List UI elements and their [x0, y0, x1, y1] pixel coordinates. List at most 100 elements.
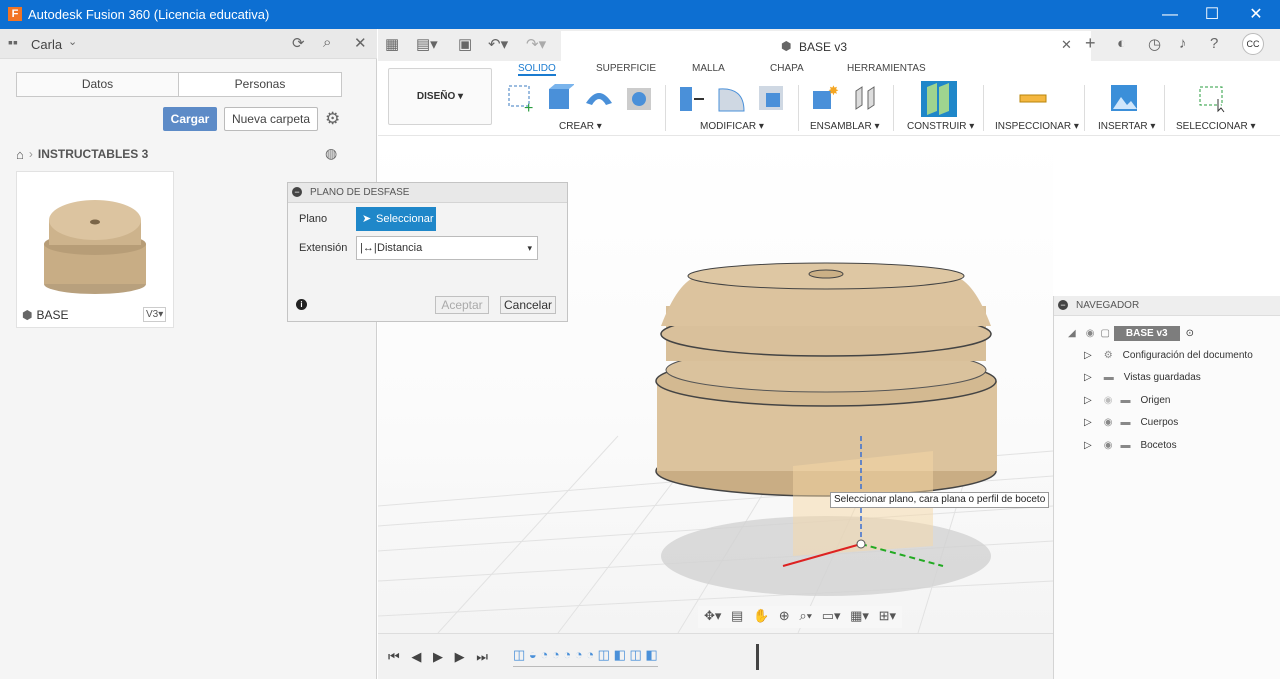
- new-tab-icon[interactable]: +: [1085, 33, 1096, 54]
- tab-superficie[interactable]: SUPERFICIE: [596, 63, 656, 74]
- extension-dropdown[interactable]: |↔| Distancia ▾: [356, 236, 538, 260]
- extrude-icon[interactable]: [544, 83, 574, 113]
- tab-datos[interactable]: Datos: [16, 72, 179, 97]
- job-status-icon[interactable]: ◷: [1148, 35, 1161, 53]
- tab-malla[interactable]: MALLA: [692, 63, 725, 74]
- save-icon[interactable]: ▣: [458, 35, 472, 53]
- project-folder-label[interactable]: INSTRUCTABLES 3: [38, 147, 148, 161]
- user-name[interactable]: Carla: [31, 37, 62, 52]
- construct-group[interactable]: CONSTRUIR ▾: [907, 121, 974, 132]
- timeline-features[interactable]: ◫ ◒ ◔ ◔ ◔ ◔ ◔ ◫ ◧ ◫ ◧: [513, 647, 658, 667]
- origin-point[interactable]: [856, 539, 866, 549]
- collapse-icon[interactable]: −: [292, 187, 302, 197]
- team-icon[interactable]: ▪▪: [8, 34, 18, 50]
- hole-icon[interactable]: [624, 83, 654, 113]
- expand-icon: ▷: [1084, 371, 1092, 383]
- expand-icon[interactable]: ◢: [1068, 328, 1076, 339]
- fillet-icon[interactable]: [716, 83, 746, 113]
- tab-solido[interactable]: SOLIDO: [518, 63, 556, 76]
- timeline-marker[interactable]: [756, 644, 759, 670]
- step-back-icon[interactable]: ◀: [411, 649, 421, 664]
- extensions-icon[interactable]: ◐: [1117, 35, 1126, 52]
- browser-item[interactable]: ▷ ⚙ Configuración del documento: [1084, 346, 1253, 364]
- ok-button[interactable]: Aceptar: [435, 296, 489, 314]
- select-group[interactable]: SELECCIONAR ▾: [1176, 121, 1256, 132]
- browser-item[interactable]: ▷ ◉ ▬ Origen: [1084, 391, 1170, 409]
- measure-icon[interactable]: [1018, 83, 1048, 113]
- chevron-right-icon: ›: [28, 147, 33, 161]
- home-icon[interactable]: ⌂: [16, 147, 24, 162]
- timeline: ⏮ ◀ ▶ ▶ ⏭ ◫ ◒ ◔ ◔ ◔ ◔ ◔ ◫ ◧ ◫ ◧: [378, 633, 1053, 679]
- display-settings-icon[interactable]: ▭▾: [822, 608, 841, 623]
- collapse-icon[interactable]: −: [1058, 300, 1068, 310]
- close-panel-icon[interactable]: ✕: [354, 34, 367, 52]
- minimize-button[interactable]: —: [1148, 0, 1192, 29]
- chamfer-icon[interactable]: [756, 83, 786, 113]
- eye-hidden-icon: ◉: [1103, 394, 1113, 406]
- info-icon[interactable]: i: [296, 299, 307, 310]
- viewports-icon[interactable]: ⊞▾: [879, 608, 896, 623]
- revolve-icon[interactable]: [584, 83, 614, 113]
- orbit-icon[interactable]: ✥▾: [704, 608, 721, 623]
- globe-icon[interactable]: ◍: [325, 145, 337, 162]
- chevron-down-icon[interactable]: ⌄: [68, 35, 77, 48]
- offset-plane-icon[interactable]: [921, 81, 957, 117]
- tab-herramientas[interactable]: HERRAMIENTAS: [847, 63, 926, 74]
- user-avatar[interactable]: CC: [1242, 33, 1264, 55]
- maximize-button[interactable]: ☐: [1190, 0, 1234, 29]
- zoom-icon[interactable]: ⊕: [779, 608, 790, 623]
- navigation-bar: ✥▾ ▤ ✋ ⊕ ⌕▾ ▭▾ ▦▾ ⊞▾: [698, 606, 902, 628]
- tab-chapa[interactable]: CHAPA: [770, 63, 804, 74]
- joint-icon[interactable]: [850, 83, 880, 113]
- new-folder-button[interactable]: Nueva carpeta: [224, 107, 318, 131]
- refresh-icon[interactable]: ⟳: [292, 34, 305, 52]
- create-group[interactable]: CREAR ▾: [559, 121, 602, 132]
- root-node[interactable]: ◢ ◉ ▢ BASE v3 ⊙: [1068, 324, 1194, 342]
- gear-icon[interactable]: ⚙: [325, 109, 340, 129]
- pan-icon[interactable]: ✋: [753, 608, 769, 623]
- grid-menu-icon[interactable]: ▦: [385, 35, 399, 53]
- play-icon[interactable]: ▶: [433, 649, 443, 664]
- tab-personas[interactable]: Personas: [178, 72, 342, 97]
- select-box-icon[interactable]: [1198, 83, 1228, 113]
- step-forward-icon[interactable]: ▶: [455, 649, 465, 664]
- folder-icon: ▬: [1120, 416, 1131, 428]
- go-to-start-icon[interactable]: ⏮: [388, 649, 400, 664]
- select-plane-button[interactable]: ➤ Seleccionar: [356, 207, 436, 231]
- version-dropdown[interactable]: V3▾: [143, 307, 167, 322]
- grid-settings-icon[interactable]: ▦▾: [850, 608, 869, 623]
- modify-group[interactable]: MODIFICAR ▾: [700, 121, 764, 132]
- redo-icon[interactable]: ↷▾: [526, 35, 546, 53]
- root-name[interactable]: BASE v3: [1113, 325, 1180, 341]
- notifications-icon[interactable]: ♪: [1179, 35, 1187, 52]
- upload-button[interactable]: Cargar: [163, 107, 217, 131]
- inspect-group[interactable]: INSPECCIONAR ▾: [995, 121, 1079, 132]
- search-icon[interactable]: ⌕: [323, 34, 331, 51]
- folder-icon: ▬: [1120, 394, 1131, 406]
- new-component-icon[interactable]: ✸: [810, 83, 840, 113]
- look-at-icon[interactable]: ▤: [731, 608, 743, 623]
- insert-group[interactable]: INSERTAR ▾: [1098, 121, 1155, 132]
- undo-icon[interactable]: ↶▾: [488, 35, 508, 53]
- assemble-group[interactable]: ENSAMBLAR ▾: [810, 121, 880, 132]
- close-tab-icon[interactable]: ✕: [1061, 37, 1072, 53]
- browser-item[interactable]: ▷ ◉ ▬ Bocetos: [1084, 436, 1177, 454]
- browser-item[interactable]: ▷ ▬ Vistas guardadas: [1084, 368, 1201, 386]
- divider: [1164, 85, 1165, 131]
- file-menu-icon[interactable]: ▤▾: [416, 35, 438, 53]
- go-to-end-icon[interactable]: ⏭: [476, 649, 488, 664]
- press-pull-icon[interactable]: [676, 83, 706, 113]
- insert-image-icon[interactable]: [1109, 83, 1139, 113]
- cancel-button[interactable]: Cancelar: [500, 296, 556, 314]
- activate-icon[interactable]: ⊙: [1186, 328, 1194, 339]
- close-window-button[interactable]: ✕: [1234, 0, 1278, 29]
- base-body[interactable]: [655, 262, 997, 497]
- help-icon[interactable]: ?: [1210, 35, 1218, 52]
- fit-icon[interactable]: ⌕▾: [799, 608, 812, 623]
- file-thumbnail[interactable]: ⬢ BASE V3▾: [16, 171, 174, 328]
- tab-base-v3[interactable]: ⬢ BASE v3 ✕: [561, 31, 1091, 61]
- browser-item[interactable]: ▷ ◉ ▬ Cuerpos: [1084, 413, 1178, 431]
- workspace-dropdown[interactable]: DISEÑO ▾: [388, 68, 492, 125]
- create-sketch-icon[interactable]: +: [506, 83, 536, 113]
- eye-icon[interactable]: ◉: [1086, 328, 1095, 339]
